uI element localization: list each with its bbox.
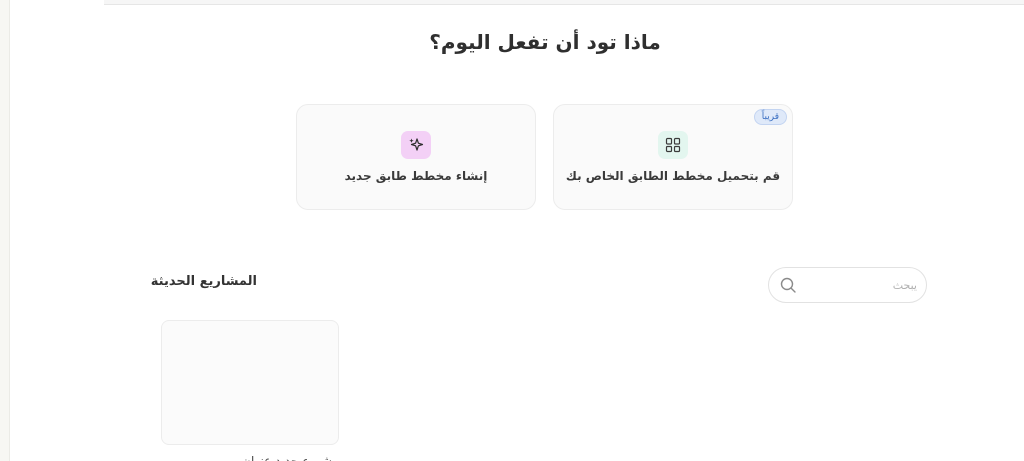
search-box[interactable] [768,267,927,303]
coming-soon-badge: قريباً [753,109,787,125]
create-floor-plan-label: إنشاء مخطط طابق جديد [344,169,488,183]
search-input[interactable] [805,268,917,302]
project-name[interactable]: مشروع جديد عنوان [161,453,339,461]
sparkles-icon [401,131,431,159]
project-thumbnail[interactable] [161,320,339,445]
page-headline: ماذا تود أن تفعل اليوم؟ [429,30,661,54]
top-bar [104,0,1024,5]
recent-projects-title: المشاريع الحديثة [150,274,257,289]
search-icon [779,276,797,294]
grid-layout-icon [658,131,688,159]
dashboard-page: ماذا تود أن تفعل اليوم؟ إنشاء مخطط طابق … [0,0,1024,461]
upload-floor-plan-label: قم بتحميل مخطط الطابق الخاص بك [565,169,781,183]
create-floor-plan-card[interactable]: إنشاء مخطط طابق جديد [296,104,536,210]
upload-floor-plan-card[interactable]: قريباً قم بتحميل مخطط الطابق الخاص بك [553,104,793,210]
left-rail [0,0,10,461]
